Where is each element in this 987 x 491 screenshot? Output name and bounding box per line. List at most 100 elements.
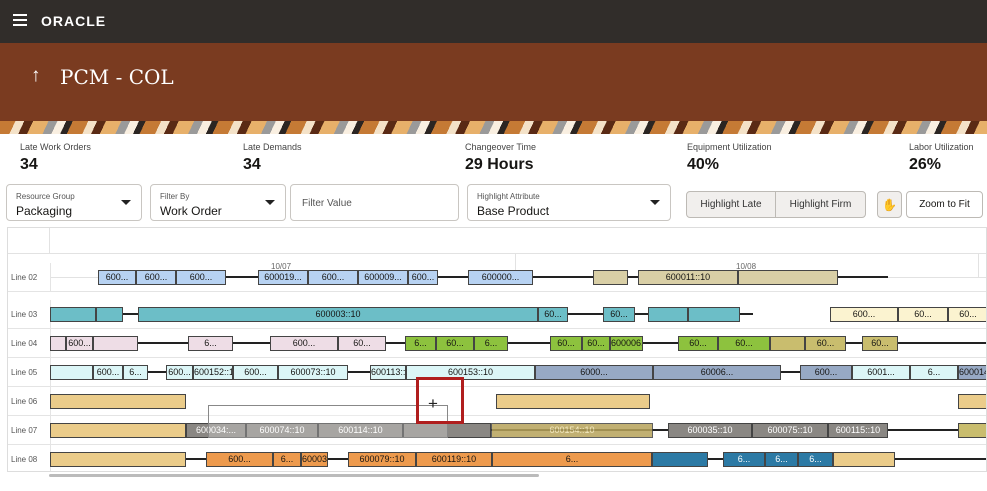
resource-group-select[interactable]: Resource Group Packaging bbox=[6, 184, 142, 221]
work-order-bar[interactable] bbox=[50, 394, 186, 409]
work-order-bar[interactable] bbox=[50, 365, 93, 380]
work-order-bar[interactable]: 6... bbox=[273, 452, 301, 467]
work-order-bar[interactable]: 600... bbox=[206, 452, 273, 467]
work-order-bar[interactable]: 600003::10 bbox=[138, 307, 538, 322]
work-order-bar[interactable]: 600073::10 bbox=[278, 365, 348, 380]
work-order-bar[interactable]: 6... bbox=[492, 452, 652, 467]
work-order-bar[interactable]: 6... bbox=[405, 336, 436, 351]
chevron-down-icon[interactable] bbox=[650, 200, 660, 205]
work-order-bar[interactable]: 600... bbox=[308, 270, 358, 285]
work-order-bar[interactable] bbox=[593, 270, 628, 285]
horizontal-scrollbar[interactable] bbox=[49, 474, 539, 477]
work-order-bar[interactable]: 6... bbox=[910, 365, 958, 380]
work-order-bar[interactable] bbox=[833, 452, 895, 467]
work-order-bar[interactable]: 600075::10 bbox=[752, 423, 828, 438]
kpi-value: 26% bbox=[909, 156, 942, 173]
work-order-bar[interactable]: 60... bbox=[603, 307, 635, 322]
work-order-bar[interactable]: 6001... bbox=[852, 365, 910, 380]
work-order-bar[interactable] bbox=[958, 394, 986, 409]
work-order-bar[interactable]: 600... bbox=[830, 307, 898, 322]
work-order-bar[interactable]: 600... bbox=[408, 270, 438, 285]
chevron-down-icon[interactable] bbox=[265, 200, 275, 205]
work-order-bar[interactable]: 6000... bbox=[535, 365, 653, 380]
work-order-bar[interactable]: 60... bbox=[718, 336, 770, 351]
work-order-bar[interactable]: 60... bbox=[678, 336, 718, 351]
work-order-bar[interactable] bbox=[770, 336, 805, 351]
work-order-bar[interactable]: 600035::10 bbox=[668, 423, 752, 438]
work-order-bar[interactable]: 600... bbox=[176, 270, 226, 285]
work-order-bar[interactable] bbox=[688, 307, 740, 322]
work-order-bar[interactable]: 600... bbox=[93, 365, 123, 380]
work-order-bar[interactable]: 600009... bbox=[358, 270, 408, 285]
kpi-changeover-time: Changeover Time 29 Hours bbox=[465, 142, 536, 174]
kpi-late-work-orders: Late Work Orders 34 bbox=[20, 142, 91, 174]
work-order-bar[interactable]: 6... bbox=[723, 452, 765, 467]
work-order-bar[interactable]: 600119::10 bbox=[416, 452, 492, 467]
work-order-bar[interactable]: 600079::10 bbox=[348, 452, 416, 467]
work-order-bar[interactable]: 6... bbox=[188, 336, 233, 351]
highlight-late-button[interactable]: Highlight Late bbox=[686, 191, 776, 218]
work-order-bar[interactable]: 60... bbox=[862, 336, 898, 351]
work-order-bar[interactable]: 60... bbox=[338, 336, 386, 351]
work-order-bar[interactable] bbox=[958, 423, 986, 438]
page-banner: ↑ PCM - COL bbox=[0, 43, 987, 121]
resource-group-value: Packaging bbox=[16, 204, 73, 218]
work-order-bar[interactable]: 60... bbox=[538, 307, 568, 322]
row-label: Line 02 bbox=[11, 273, 38, 282]
work-order-bar[interactable]: 600039::10 bbox=[301, 452, 328, 467]
work-order-bar[interactable]: 60... bbox=[948, 307, 986, 322]
work-order-bar[interactable]: 600... bbox=[98, 270, 136, 285]
gantt-row: Line 08600...6...600039::10600079::10600… bbox=[8, 445, 986, 471]
back-arrow-icon[interactable]: ↑ bbox=[31, 65, 41, 87]
work-order-bar[interactable] bbox=[96, 307, 123, 322]
work-order-bar[interactable] bbox=[648, 307, 688, 322]
work-order-bar[interactable] bbox=[50, 423, 186, 438]
work-order-bar[interactable]: 600113::10 bbox=[370, 365, 406, 380]
work-order-bar[interactable]: 600154::10 bbox=[491, 423, 653, 438]
gantt-chart[interactable]: 10/07 10/08 Line 02 600... 600... 600... 600… bbox=[7, 227, 987, 472]
oracle-logo[interactable]: ORACLE bbox=[41, 13, 106, 29]
work-order-bar[interactable]: 60006... bbox=[653, 365, 781, 380]
kpi-value: 34 bbox=[243, 156, 261, 173]
work-order-bar[interactable]: 600... bbox=[166, 365, 193, 380]
work-order-bar[interactable]: 600006... bbox=[610, 336, 643, 351]
menu-icon[interactable] bbox=[13, 14, 27, 26]
kpi-equipment-utilization: Equipment Utilization 40% bbox=[687, 142, 772, 174]
work-order-bar[interactable] bbox=[50, 307, 96, 322]
work-order-bar[interactable]: 600019... bbox=[258, 270, 308, 285]
work-order-bar[interactable]: 600... bbox=[66, 336, 93, 351]
work-order-bar[interactable] bbox=[652, 452, 708, 467]
chevron-down-icon[interactable] bbox=[121, 200, 131, 205]
filter-by-select[interactable]: Filter By Work Order bbox=[150, 184, 286, 221]
zoom-to-fit-button[interactable]: Zoom to Fit bbox=[906, 191, 983, 218]
work-order-bar[interactable] bbox=[738, 270, 838, 285]
work-order-bar[interactable]: 60... bbox=[898, 307, 948, 322]
work-order-bar[interactable]: 6... bbox=[798, 452, 833, 467]
work-order-bar[interactable]: 600152::10 bbox=[193, 365, 233, 380]
work-order-bar[interactable] bbox=[496, 394, 650, 409]
work-order-bar[interactable]: 600000... bbox=[468, 270, 533, 285]
work-order-bar[interactable]: 600... bbox=[136, 270, 176, 285]
work-order-bar[interactable] bbox=[50, 336, 66, 351]
work-order-bar[interactable]: 60... bbox=[582, 336, 610, 351]
pan-hand-icon[interactable]: ✋ bbox=[877, 191, 902, 218]
work-order-bar[interactable]: 6... bbox=[123, 365, 148, 380]
work-order-bar[interactable]: 600... bbox=[270, 336, 338, 351]
work-order-bar[interactable]: 600... bbox=[800, 365, 852, 380]
work-order-bar[interactable]: 6... bbox=[474, 336, 508, 351]
work-order-bar[interactable]: 600... bbox=[233, 365, 278, 380]
work-order-bar[interactable]: 600011::10 bbox=[638, 270, 738, 285]
work-order-bar[interactable]: 60... bbox=[436, 336, 474, 351]
highlight-attribute-select[interactable]: Highlight Attribute Base Product bbox=[467, 184, 671, 221]
work-order-bar[interactable]: 600014 bbox=[958, 365, 986, 380]
highlight-firm-button[interactable]: Highlight Firm bbox=[775, 191, 866, 218]
work-order-bar[interactable]: 60... bbox=[805, 336, 846, 351]
kpi-value: 40% bbox=[687, 156, 720, 173]
work-order-bar[interactable]: 600115::10 bbox=[828, 423, 888, 438]
filter-value-input[interactable]: Filter Value bbox=[290, 184, 459, 221]
work-order-bar[interactable] bbox=[50, 452, 186, 467]
work-order-bar[interactable]: 6... bbox=[765, 452, 798, 467]
drop-target-highlight bbox=[416, 377, 464, 424]
work-order-bar[interactable]: 60... bbox=[550, 336, 582, 351]
work-order-bar[interactable] bbox=[93, 336, 138, 351]
